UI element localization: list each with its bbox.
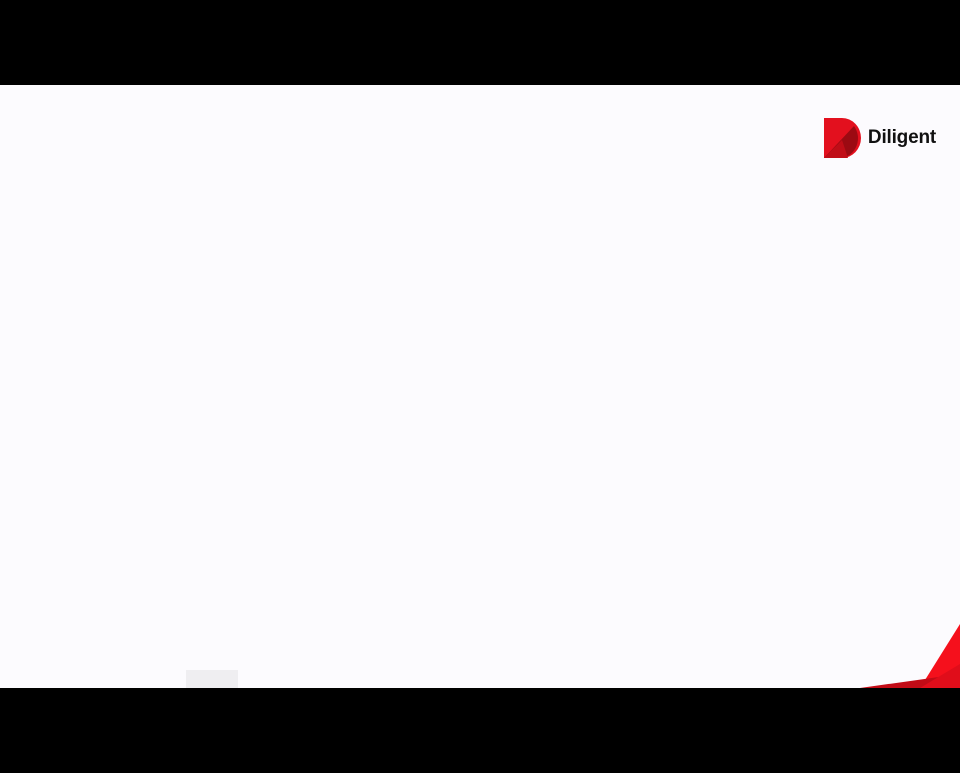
- presentation-slide: Diligent: [0, 85, 960, 688]
- diligent-d-logo-icon: [823, 118, 861, 158]
- brand-logo: Diligent: [823, 118, 936, 158]
- letterbox-top: [0, 0, 960, 85]
- brand-name: Diligent: [867, 127, 936, 148]
- faint-placeholder-box: [186, 670, 238, 688]
- red-triangle-accent-icon: [860, 624, 960, 688]
- letterbox-bottom: [0, 688, 960, 773]
